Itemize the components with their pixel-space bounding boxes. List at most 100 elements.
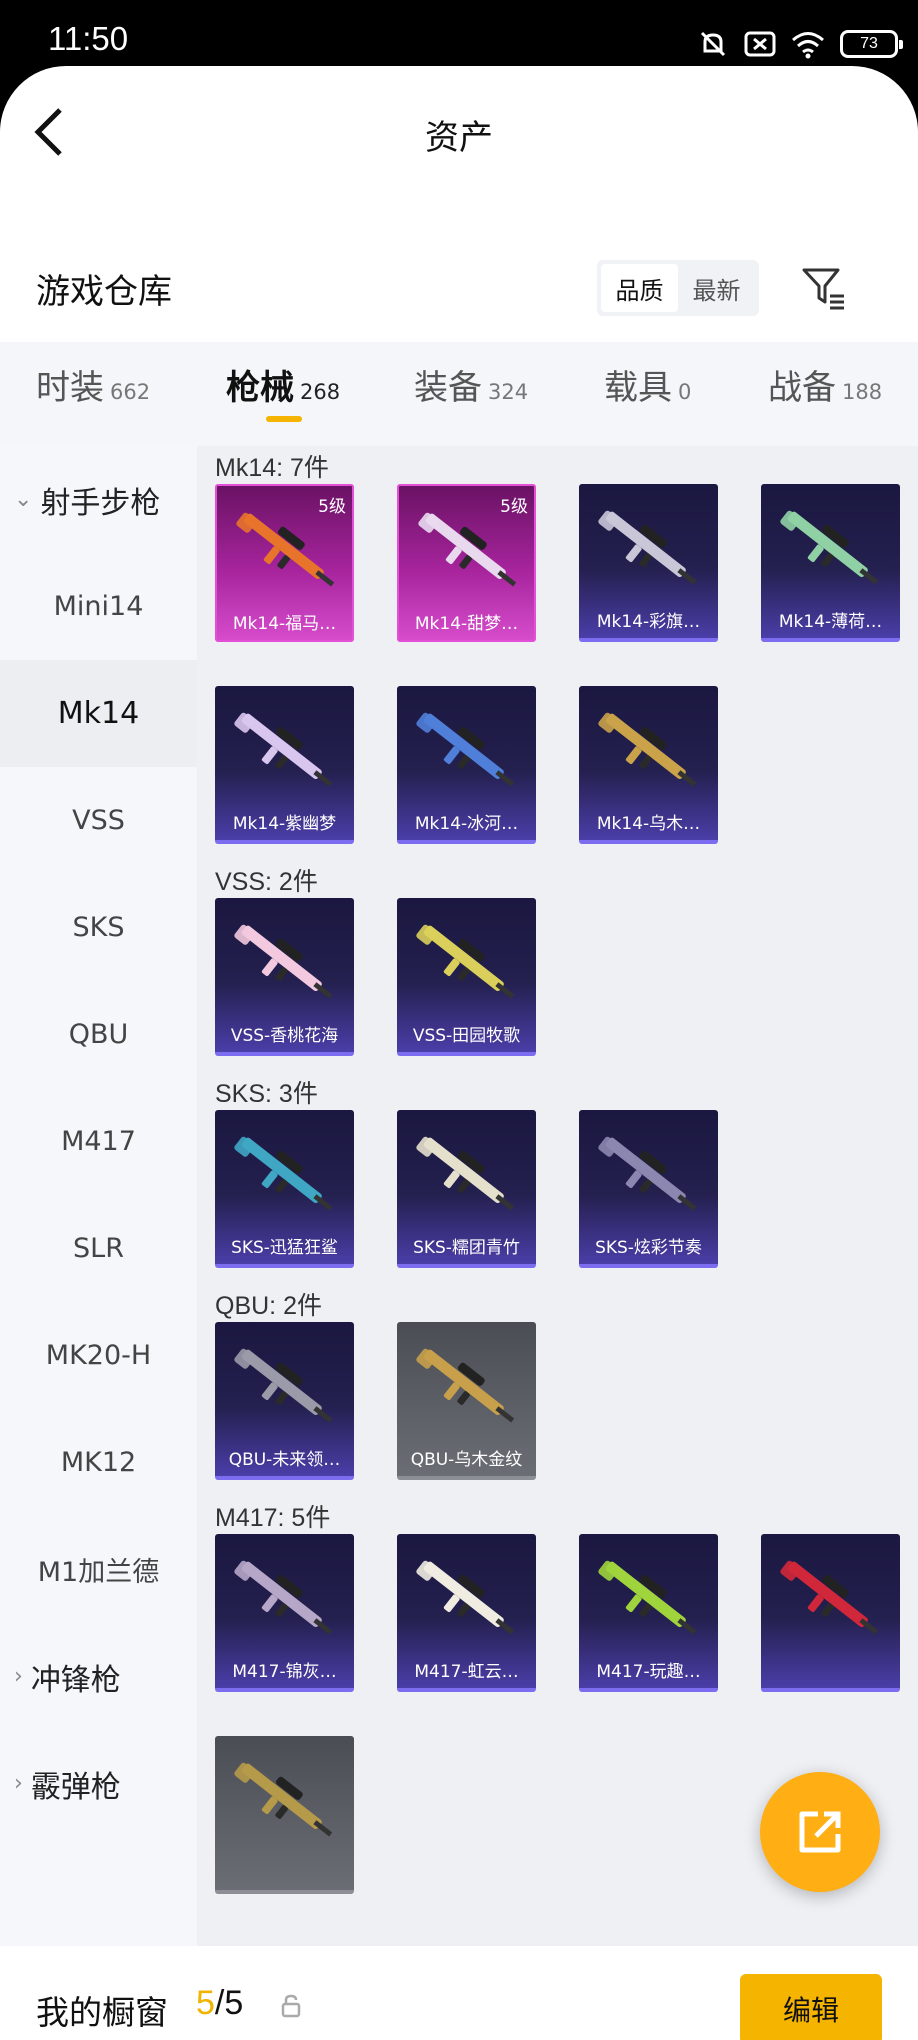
weapon-skin-image	[234, 1136, 333, 1211]
sort-quality-button[interactable]: 品质	[601, 264, 678, 312]
weapon-card[interactable]: Mk14-冰河…	[397, 686, 536, 844]
sidebar-item-mk14[interactable]: Mk14	[0, 660, 197, 767]
sidebar-item-mk12[interactable]: MK12	[0, 1409, 197, 1516]
warehouse-body: ⌄ 射手步枪 Mini14 Mk14 VSS SKS QBU M417 SLR …	[0, 446, 918, 1946]
share-button[interactable]	[760, 1772, 880, 1892]
sidebar-group-label: 冲锋枪	[30, 1662, 121, 1698]
showcase-current: 5	[196, 1984, 215, 2022]
tab-label: 枪械	[226, 368, 294, 408]
share-icon	[799, 1811, 841, 1853]
weapon-name: VSS-田园牧歌	[412, 1026, 521, 1046]
page-title: 资产	[425, 118, 493, 158]
weapon-skin-image	[236, 512, 335, 587]
weapon-name: M417-玩趣…	[596, 1662, 701, 1682]
weapon-skin-image	[234, 924, 333, 999]
weapon-card[interactable]: SKS-炫彩节奏	[579, 1110, 718, 1268]
sort-toggle: 品质 最新	[597, 260, 759, 316]
tab-count: 268	[300, 380, 341, 404]
edit-button[interactable]: 编辑	[740, 1974, 882, 2040]
weapon-card[interactable]: M417-玩趣…	[579, 1534, 718, 1692]
weapon-card[interactable]: Mk14-彩旗…	[579, 484, 718, 642]
weapon-skin-image	[234, 1560, 333, 1635]
weapon-card[interactable]	[761, 1534, 900, 1692]
weapon-name: M417-虹云…	[414, 1662, 519, 1682]
phone-screen: 11:50 73 资产 游戏仓库 品质 最新 时装 662 枪械 268 装备 …	[0, 0, 918, 2040]
weapon-skin-image	[780, 1560, 879, 1635]
weapon-card[interactable]: Mk14-乌木…	[579, 686, 718, 844]
weapon-skin-image	[598, 510, 697, 585]
weapon-name: SKS-糯团青竹	[413, 1238, 520, 1258]
weapon-skin-image	[416, 1560, 515, 1635]
weapon-card[interactable]: Mk14-薄荷…	[761, 484, 900, 642]
sidebar-group-label: 射手步枪	[40, 485, 161, 521]
mute-icon	[700, 31, 726, 57]
sidebar-item-m417[interactable]: M417	[0, 1088, 197, 1195]
sidebar-item-m1-garand[interactable]: M1加兰德	[0, 1516, 197, 1623]
sim-off-icon	[744, 31, 776, 57]
weapon-skin-image	[234, 1348, 333, 1423]
sidebar-group-marksman-rifles[interactable]: ⌄ 射手步枪	[0, 446, 197, 553]
weapon-card[interactable]: 5级 Mk14-福马…	[215, 484, 354, 642]
weapon-skin-image	[416, 1348, 515, 1423]
weapon-name: Mk14-冰河…	[414, 814, 519, 834]
showcase-count: 5/5	[196, 1984, 243, 2023]
wifi-icon	[792, 32, 824, 59]
weapon-name: QBU-乌木金纹	[410, 1450, 523, 1470]
section-label: QBU: 2件	[215, 1292, 322, 1320]
sidebar-item-mk20h[interactable]: MK20-H	[0, 1302, 197, 1409]
weapon-skin-image	[416, 924, 515, 999]
weapon-grid: Mk14: 7件 5级 Mk14-福马… 5级 Mk14-甜梦… Mk14-彩旗… Mk14…	[197, 446, 918, 1946]
status-time: 11:50	[48, 20, 129, 57]
sidebar-item-slr[interactable]: SLR	[0, 1195, 197, 1302]
tab-vehicles[interactable]: 载具 0	[604, 360, 691, 430]
tab-count: 0	[678, 380, 692, 404]
weapon-name: Mk14-乌木…	[596, 814, 701, 834]
sidebar-item-qbu[interactable]: QBU	[0, 981, 197, 1088]
weapon-card[interactable]: M417-锦灰…	[215, 1534, 354, 1692]
weapon-name: SKS-炫彩节奏	[595, 1238, 702, 1258]
nav-bar: 资产	[0, 66, 918, 196]
sidebar-item-sks[interactable]: SKS	[0, 874, 197, 981]
weapon-card[interactable]	[215, 1736, 354, 1894]
filter-icon[interactable]	[800, 264, 848, 312]
active-tab-indicator	[266, 416, 302, 422]
weapon-card[interactable]: VSS-香桃花海	[215, 898, 354, 1056]
tab-label: 战备	[768, 368, 836, 408]
showcase-bar: 我的橱窗 5/5 编辑	[0, 1946, 918, 2040]
weapon-level: 5级	[500, 497, 528, 517]
weapon-name: QBU-未来领…	[228, 1450, 341, 1470]
tab-costume[interactable]: 时装 662	[36, 360, 150, 430]
weapon-card[interactable]: QBU-乌木金纹	[397, 1322, 536, 1480]
weapon-name: Mk14-甜梦…	[414, 614, 519, 634]
tab-label: 时装	[36, 368, 104, 408]
sidebar-item-mini14[interactable]: Mini14	[0, 553, 197, 660]
weapon-skin-image	[598, 1560, 697, 1635]
tab-label: 载具	[604, 368, 672, 408]
sort-latest-button[interactable]: 最新	[678, 264, 755, 312]
sidebar-group-smg[interactable]: › 冲锋枪	[0, 1623, 197, 1730]
weapon-name: Mk14-紫幽梦	[232, 814, 337, 834]
weapon-card[interactable]: SKS-迅猛狂鲨	[215, 1110, 354, 1268]
weapon-card[interactable]: QBU-未来领…	[215, 1322, 354, 1480]
showcase-total: /5	[214, 1984, 244, 2022]
chevron-right-icon: ›	[14, 1771, 23, 1796]
sidebar-group-shotgun[interactable]: › 霰弹枪	[0, 1730, 197, 1837]
weapon-card[interactable]: VSS-田园牧歌	[397, 898, 536, 1056]
tab-label: 装备	[414, 368, 482, 408]
section-label: Mk14: 7件	[215, 454, 329, 482]
weapon-skin-image	[598, 1136, 697, 1211]
warehouse-title: 游戏仓库	[36, 272, 172, 312]
tab-supplies[interactable]: 战备 188	[768, 360, 882, 430]
weapon-card[interactable]: Mk14-紫幽梦	[215, 686, 354, 844]
tab-equipment[interactable]: 装备 324	[414, 360, 528, 430]
weapon-card[interactable]: M417-虹云…	[397, 1534, 536, 1692]
sidebar-item-vss[interactable]: VSS	[0, 767, 197, 874]
weapon-name: SKS-迅猛狂鲨	[231, 1238, 338, 1258]
weapon-name: M417-锦灰…	[232, 1662, 337, 1682]
weapon-card[interactable]: SKS-糯团青竹	[397, 1110, 536, 1268]
assets-page: 资产 游戏仓库 品质 最新 时装 662 枪械 268 装备 324 载具 0 …	[0, 66, 918, 2040]
weapon-card[interactable]: 5级 Mk14-甜梦…	[397, 484, 536, 642]
chevron-down-icon: ⌄	[14, 487, 33, 512]
weapon-name: Mk14-福马…	[232, 614, 337, 634]
section-label: VSS: 2件	[215, 868, 318, 896]
